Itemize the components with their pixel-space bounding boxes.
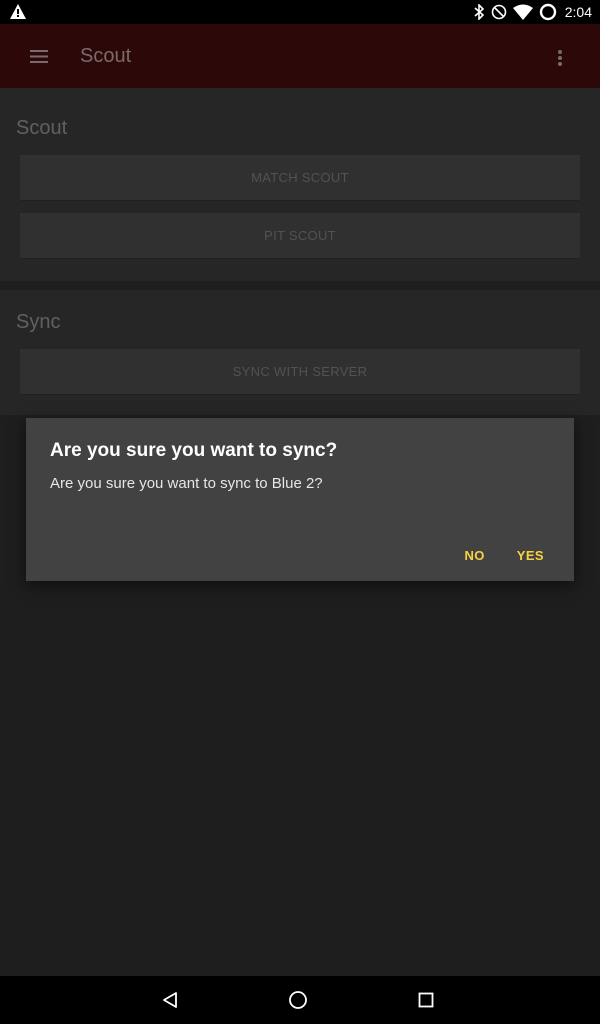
home-icon[interactable]: [286, 988, 310, 1012]
sync-section: Sync SYNC WITH SERVER: [0, 290, 600, 415]
sync-with-server-button[interactable]: SYNC WITH SERVER: [20, 349, 580, 395]
status-time: 2:04: [564, 4, 592, 20]
scout-section-title: Scout: [16, 117, 68, 139]
screen: 2:04 Scout Scout MATCH SCOUT PIT SCOUT S…: [0, 0, 600, 1024]
recents-icon[interactable]: [414, 988, 438, 1012]
more-vert-icon[interactable]: [542, 46, 578, 70]
app-title: Scout: [80, 45, 132, 67]
wifi-icon: [512, 4, 533, 20]
hamburger-menu-icon[interactable]: [16, 40, 64, 72]
match-scout-button[interactable]: MATCH SCOUT: [20, 155, 580, 201]
dialog-yes-button[interactable]: YES: [501, 539, 560, 571]
dialog-no-button[interactable]: NO: [448, 539, 500, 571]
scout-section: Scout MATCH SCOUT PIT SCOUT: [0, 88, 600, 281]
dialog-title: Are you sure you want to sync?: [50, 440, 338, 461]
dialog-actions: NO YES: [448, 539, 560, 571]
app-bar: Scout: [0, 24, 600, 88]
sync-section-title: Sync: [16, 311, 61, 333]
status-bar: 2:04: [0, 0, 600, 24]
warning-icon: [10, 4, 26, 20]
back-icon[interactable]: [158, 988, 182, 1012]
dialog-message: Are you sure you want to sync to Blue 2?: [50, 475, 323, 492]
bluetooth-icon: [473, 4, 485, 20]
pit-scout-button[interactable]: PIT SCOUT: [20, 213, 580, 259]
navigation-bar: [0, 976, 600, 1024]
sync-confirm-dialog: Are you sure you want to sync? Are you s…: [26, 418, 574, 581]
do-not-disturb-icon: [491, 4, 507, 20]
battery-icon: [539, 3, 557, 21]
